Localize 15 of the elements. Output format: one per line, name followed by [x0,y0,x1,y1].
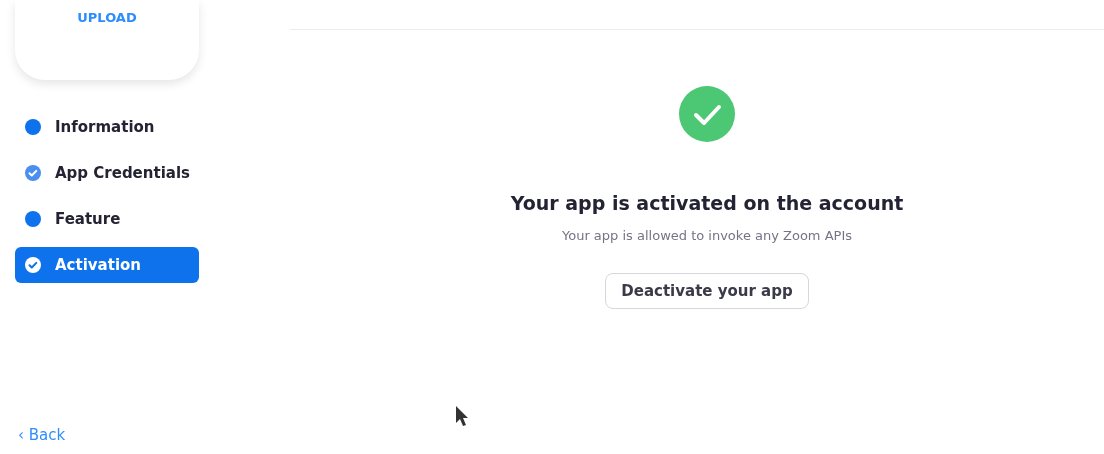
deactivate-button[interactable]: Deactivate your app [605,273,809,309]
success-check-icon [679,86,735,142]
status-title: Your app is activated on the account [510,192,904,214]
cursor-icon [455,405,469,427]
dot-icon [25,211,41,227]
step-item[interactable]: Information [15,109,199,145]
step-item[interactable]: Activation [15,247,199,283]
back-link[interactable]: ‹ Back [18,426,66,444]
step-item[interactable]: App Credentials [15,155,199,191]
dot-icon [25,119,41,135]
upload-label: UPLOAD [77,10,137,25]
check-circle-icon [25,165,41,181]
check-circle-icon [25,257,41,273]
step-item[interactable]: Feature [15,201,199,237]
status-subtitle: Your app is allowed to invoke any Zoom APIs [562,228,852,243]
